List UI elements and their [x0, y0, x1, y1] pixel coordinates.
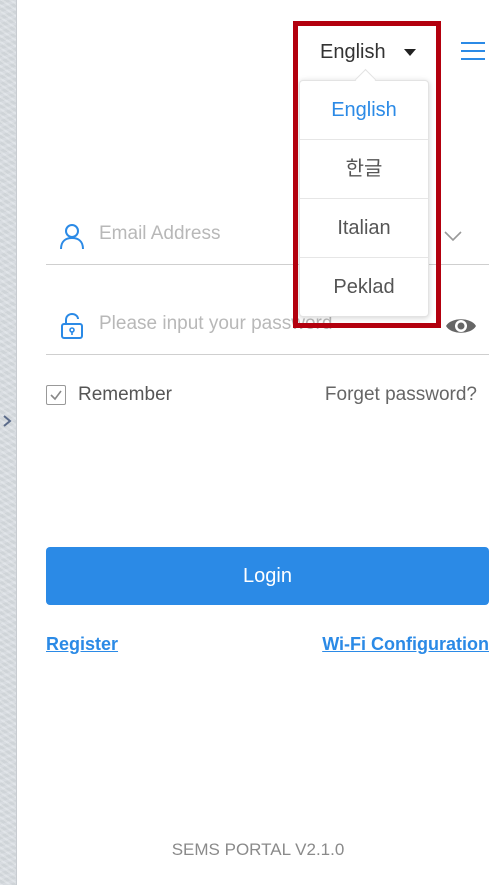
remember-checkbox[interactable] — [46, 385, 66, 405]
remember-label: Remember — [78, 384, 172, 405]
register-link[interactable]: Register — [46, 634, 118, 655]
version-label: SEMS PORTAL V2.1.0 — [171, 840, 345, 859]
user-icon — [60, 224, 84, 250]
chevron-down-icon[interactable] — [441, 224, 465, 248]
login-button[interactable]: Login — [46, 547, 489, 605]
wifi-configuration-link[interactable]: Wi-Fi Configuration — [322, 634, 489, 655]
eye-icon[interactable] — [444, 314, 478, 338]
highlight-box — [293, 21, 441, 328]
hamburger-menu-icon[interactable] — [461, 40, 485, 62]
app-screen: English Email Address Remember Forget pa… — [16, 0, 498, 885]
forget-password-link[interactable]: Forget password? — [325, 384, 477, 406]
remember-option[interactable]: Remember — [46, 384, 172, 406]
lock-icon — [61, 312, 83, 339]
side-arrow-icon — [3, 415, 12, 427]
check-icon — [50, 390, 62, 401]
